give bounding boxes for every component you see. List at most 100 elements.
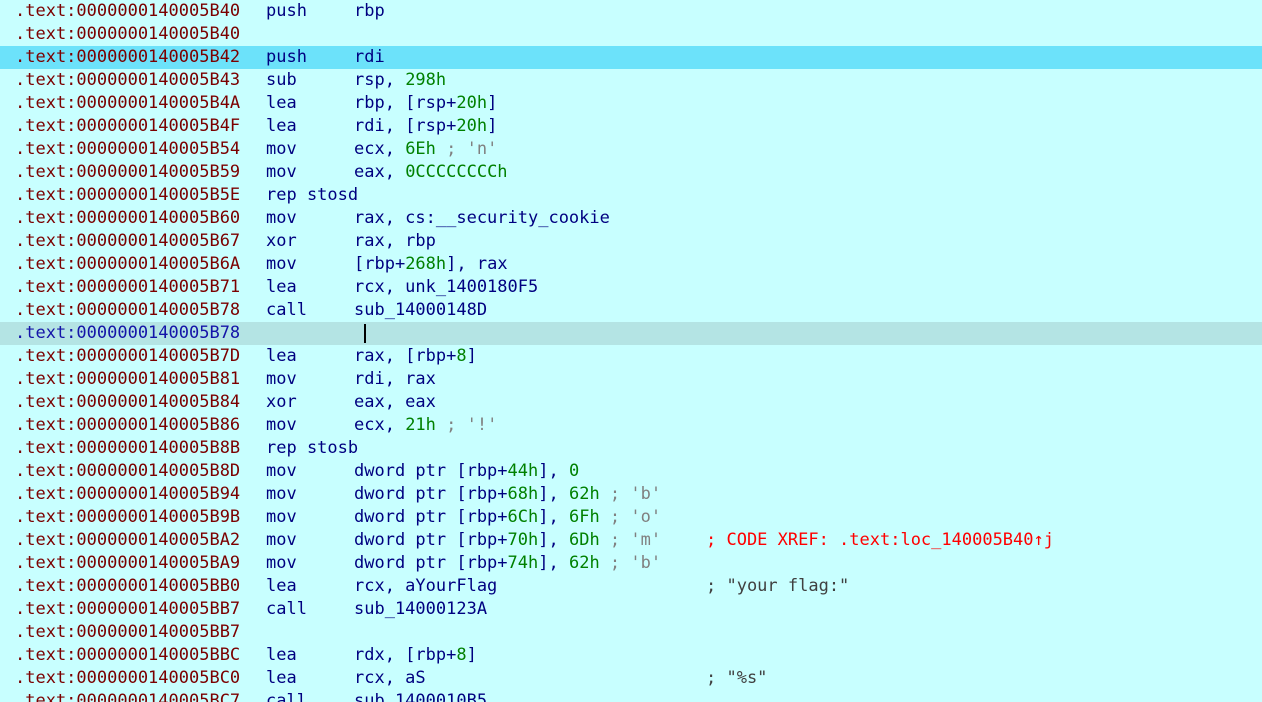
instruction-mnemonic[interactable]: lea — [266, 345, 297, 368]
instruction-operands[interactable]: ecx, 21h ; '!' — [354, 414, 497, 437]
operand-text[interactable]: sub_14000148D — [354, 300, 487, 320]
operand-text[interactable]: rax, cs:__security_cookie — [354, 208, 610, 228]
disasm-line[interactable]: .text:0000000140005B7D lea rax, [rbp+8] — [0, 345, 1262, 368]
operand-number[interactable]: 20h — [456, 116, 487, 136]
operand-number[interactable]: 68h — [508, 484, 539, 504]
char-comment[interactable]: ; 'b' — [600, 484, 661, 504]
line-address[interactable]: .text:0000000140005B4F — [15, 115, 240, 138]
instruction-mnemonic[interactable]: mov — [266, 253, 297, 276]
operand-text[interactable]: eax, — [354, 162, 405, 182]
line-address[interactable]: .text:0000000140005B8D — [15, 460, 240, 483]
code-xref-comment[interactable]: ; CODE XREF: .text:loc_140005B40↑j — [706, 529, 1054, 552]
char-comment[interactable]: ; '!' — [436, 415, 497, 435]
instruction-operands[interactable]: rdx, [rbp+8] — [354, 644, 477, 667]
instruction-mnemonic[interactable]: mov — [266, 552, 297, 575]
line-address[interactable]: .text:0000000140005BC0 — [15, 667, 240, 690]
line-address[interactable]: .text:0000000140005B6A — [15, 253, 240, 276]
operand-text[interactable]: ] — [487, 93, 497, 113]
instruction-operands[interactable]: rsp, 298h — [354, 69, 446, 92]
line-address[interactable]: .text:0000000140005B42 — [15, 46, 240, 69]
disasm-line[interactable]: .text:0000000140005B59 mov eax, 0CCCCCCCCh — [0, 161, 1262, 184]
disasm-line[interactable]: .text:0000000140005B40 — [0, 23, 1262, 46]
operand-number[interactable]: 44h — [508, 461, 539, 481]
instruction-operands[interactable]: rax, cs:__security_cookie — [354, 207, 610, 230]
line-address[interactable]: .text:0000000140005B4A — [15, 92, 240, 115]
operand-number[interactable]: 74h — [508, 553, 539, 573]
operand-text[interactable]: dword ptr [rbp+ — [354, 507, 508, 527]
operand-text[interactable]: [rbp+ — [354, 254, 405, 274]
instruction-operands[interactable]: dword ptr [rbp+70h], 6Dh ; 'm' — [354, 529, 661, 552]
line-address[interactable]: .text:0000000140005B40 — [15, 0, 240, 23]
disasm-line[interactable]: .text:0000000140005BC0 lea rcx, aS ; "%s" — [0, 667, 1262, 690]
operand-text[interactable]: ] — [467, 645, 477, 665]
operand-text[interactable]: dword ptr [rbp+ — [354, 484, 508, 504]
instruction-mnemonic[interactable]: lea — [266, 575, 297, 598]
instruction-mnemonic[interactable]: rep stosd — [266, 184, 358, 207]
operand-text[interactable]: sub_1400010B5 — [354, 691, 487, 702]
operand-text[interactable]: rax, rbp — [354, 231, 436, 251]
line-address[interactable]: .text:0000000140005B81 — [15, 368, 240, 391]
disasm-line[interactable]: .text:0000000140005B8D mov dword ptr [rbp+… — [0, 460, 1262, 483]
operand-text[interactable]: ], — [538, 507, 569, 527]
disasm-line[interactable]: .text:0000000140005B81 mov rdi, rax — [0, 368, 1262, 391]
instruction-mnemonic[interactable]: xor — [266, 230, 297, 253]
operand-text[interactable]: dword ptr [rbp+ — [354, 530, 508, 550]
instruction-operands[interactable]: rax, [rbp+8] — [354, 345, 477, 368]
disasm-line[interactable]: .text:0000000140005B4A lea rbp, [rsp+20h] — [0, 92, 1262, 115]
line-address[interactable]: .text:0000000140005B8B — [15, 437, 240, 460]
instruction-mnemonic[interactable]: xor — [266, 391, 297, 414]
operand-number[interactable]: 62h — [569, 484, 600, 504]
instruction-mnemonic[interactable]: mov — [266, 483, 297, 506]
char-comment[interactable]: ; 'n' — [436, 139, 497, 159]
instruction-operands[interactable]: rcx, unk_1400180F5 — [354, 276, 538, 299]
instruction-operands[interactable]: rdi — [354, 46, 385, 69]
operand-number[interactable]: 0 — [569, 461, 579, 481]
disasm-line[interactable]: .text:0000000140005B4F lea rdi, [rsp+20h] — [0, 115, 1262, 138]
instruction-operands[interactable]: rcx, aS — [354, 667, 426, 690]
disasm-line[interactable]: .text:0000000140005B42 push rdi — [0, 46, 1262, 69]
operand-text[interactable]: eax, eax — [354, 392, 436, 412]
operand-text[interactable]: rax, [rbp+ — [354, 346, 456, 366]
operand-number[interactable]: 6Ch — [508, 507, 539, 527]
disasm-line[interactable]: .text:0000000140005B54 mov ecx, 6Eh ; 'n' — [0, 138, 1262, 161]
disasm-line[interactable]: .text:0000000140005BA2 mov dword ptr [rbp+… — [0, 529, 1262, 552]
line-address[interactable]: .text:0000000140005BB7 — [15, 598, 240, 621]
disasm-line[interactable]: .text:0000000140005B9B mov dword ptr [rbp+… — [0, 506, 1262, 529]
instruction-mnemonic[interactable]: lea — [266, 667, 297, 690]
instruction-operands[interactable]: rdi, rax — [354, 368, 436, 391]
instruction-operands[interactable]: dword ptr [rbp+44h], 0 — [354, 460, 579, 483]
disasm-line[interactable]: .text:0000000140005B67 xor rax, rbp — [0, 230, 1262, 253]
instruction-mnemonic[interactable]: mov — [266, 506, 297, 529]
disasm-line[interactable]: .text:0000000140005B8B rep stosb — [0, 437, 1262, 460]
instruction-operands[interactable]: sub_14000123A — [354, 598, 487, 621]
disasm-line[interactable]: .text:0000000140005BB0 lea rcx, aYourFlag;… — [0, 575, 1262, 598]
instruction-mnemonic[interactable]: mov — [266, 529, 297, 552]
instruction-mnemonic[interactable]: push — [266, 46, 307, 69]
instruction-operands[interactable]: rax, rbp — [354, 230, 436, 253]
instruction-operands[interactable]: eax, 0CCCCCCCCh — [354, 161, 508, 184]
operand-number[interactable]: 6Dh — [569, 530, 600, 550]
operand-text[interactable]: ], — [538, 461, 569, 481]
disasm-line[interactable]: .text:0000000140005B94 mov dword ptr [rbp+… — [0, 483, 1262, 506]
instruction-mnemonic[interactable]: sub — [266, 69, 297, 92]
operand-number[interactable]: 8 — [456, 645, 466, 665]
operand-text[interactable]: ], — [538, 553, 569, 573]
instruction-mnemonic[interactable]: lea — [266, 115, 297, 138]
instruction-operands[interactable]: rbp — [354, 0, 385, 23]
line-address[interactable]: .text:0000000140005B7D — [15, 345, 240, 368]
instruction-mnemonic[interactable]: mov — [266, 460, 297, 483]
disasm-line[interactable]: .text:0000000140005BC7 call sub_1400010B5 — [0, 690, 1262, 702]
disasm-line[interactable]: .text:0000000140005B71 lea rcx, unk_140018… — [0, 276, 1262, 299]
operand-number[interactable]: 8 — [456, 346, 466, 366]
disasm-line[interactable]: .text:0000000140005B6A mov [rbp+268h], rax — [0, 253, 1262, 276]
char-comment[interactable]: ; 'm' — [600, 530, 661, 550]
line-address[interactable]: .text:0000000140005B78 — [15, 322, 240, 345]
disasm-line[interactable]: .text:0000000140005B40 push rbp — [0, 0, 1262, 23]
char-comment[interactable]: ; 'o' — [600, 507, 661, 527]
line-address[interactable]: .text:0000000140005B67 — [15, 230, 240, 253]
instruction-operands[interactable]: sub_1400010B5 — [354, 690, 487, 702]
instruction-mnemonic[interactable]: lea — [266, 644, 297, 667]
line-address[interactable]: .text:0000000140005BA9 — [15, 552, 240, 575]
instruction-operands[interactable]: dword ptr [rbp+74h], 62h ; 'b' — [354, 552, 661, 575]
operand-text[interactable]: ecx, — [354, 139, 405, 159]
